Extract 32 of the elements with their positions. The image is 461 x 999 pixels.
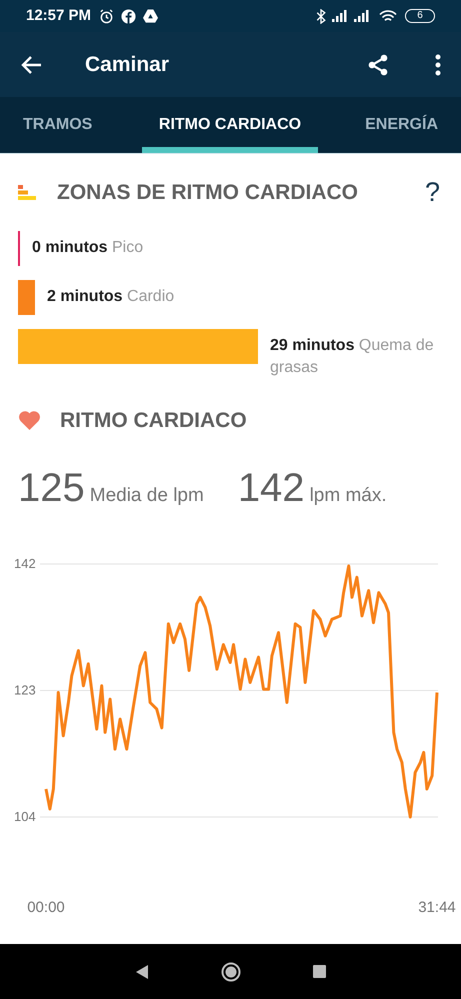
screen-title: Caminar xyxy=(85,52,170,78)
heart-rate-stat: 142 lpm máx. xyxy=(238,465,387,512)
help-button[interactable]: ? xyxy=(424,172,440,212)
signal-icon xyxy=(332,10,349,22)
share-icon[interactable] xyxy=(366,52,390,76)
zone-label: 2 minutos Cardio xyxy=(47,286,174,306)
home-nav-icon[interactable] xyxy=(221,962,241,982)
heart-icon xyxy=(18,410,41,430)
zones-icon xyxy=(18,184,37,200)
back-nav-icon[interactable] xyxy=(135,964,149,978)
zone-label: 29 minutos Quema de grasas xyxy=(270,336,435,378)
tab[interactable]: RITMO CARDIACO xyxy=(142,97,318,153)
more-options-icon[interactable] xyxy=(435,54,441,76)
status-time: 12:57 PM xyxy=(26,6,92,26)
zone-label: 0 minutos Pico xyxy=(32,238,144,258)
battery-icon: 6 xyxy=(405,9,435,23)
alarm-icon xyxy=(99,8,114,24)
social-app-icon xyxy=(121,8,136,24)
tab[interactable]: ENERGÍA xyxy=(318,97,461,153)
drive-icon xyxy=(143,9,158,23)
wifi-icon xyxy=(379,10,397,22)
section-title: RITMO CARDIACO xyxy=(60,408,247,434)
tab[interactable]: TRAMOS xyxy=(0,97,142,153)
x-axis-label: 31:44 xyxy=(418,899,456,916)
y-axis-label: 123 xyxy=(14,682,36,698)
signal-icon xyxy=(354,10,371,22)
x-axis-label: 00:00 xyxy=(27,899,65,916)
bluetooth-icon xyxy=(316,8,326,24)
y-axis-label: 104 xyxy=(14,809,36,824)
y-axis-label: 142 xyxy=(14,556,36,571)
section-title: ZONAS DE RITMO CARDIACO xyxy=(57,180,358,206)
heart-rate-stat: 125 Media de lpm xyxy=(18,465,204,512)
